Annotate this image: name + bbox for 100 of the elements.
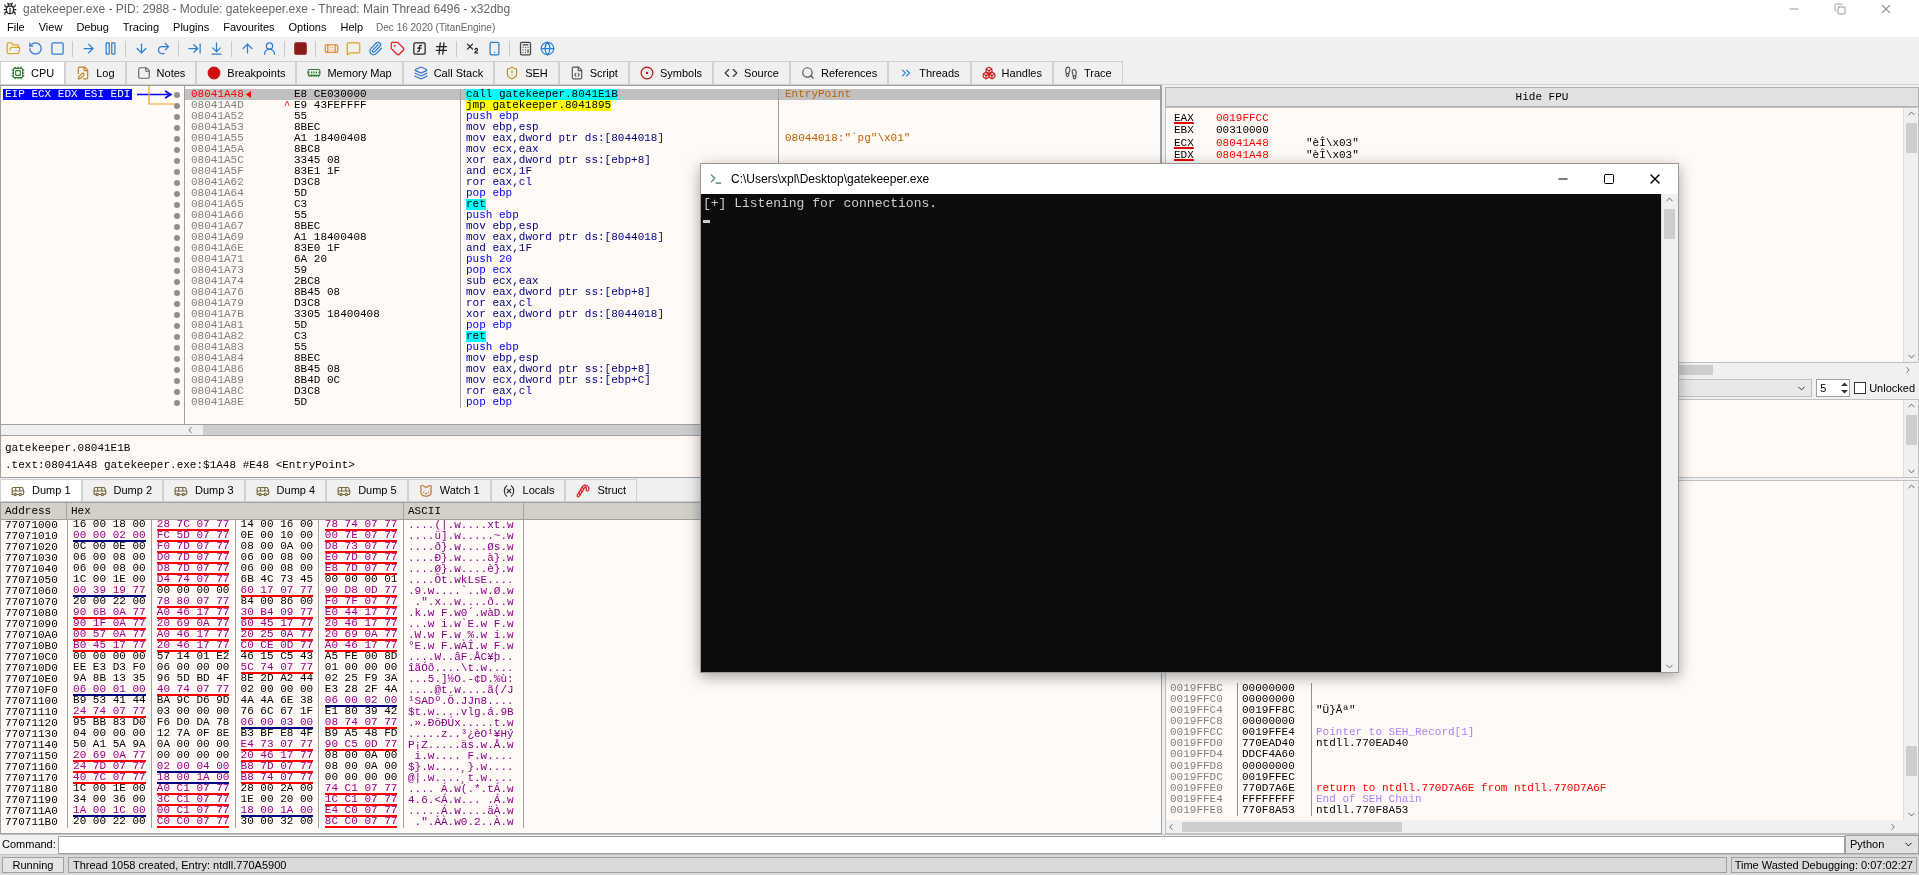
tab[interactable]: Threads bbox=[888, 61, 971, 84]
register-value[interactable]: 0019FFCC bbox=[1216, 112, 1306, 125]
comment-button[interactable] bbox=[344, 39, 362, 58]
tab[interactable]: Log bbox=[65, 61, 126, 84]
address-cell[interactable]: 08041A4D bbox=[191, 100, 244, 111]
scroll-right-icon[interactable] bbox=[1903, 365, 1913, 375]
address-cell[interactable]: 08041A5F bbox=[191, 166, 244, 177]
address-cell[interactable]: 08041A52 bbox=[191, 111, 244, 122]
dump-tab[interactable]: Dump 5 bbox=[326, 479, 408, 501]
menu-item[interactable]: File bbox=[0, 19, 32, 36]
globe-button[interactable] bbox=[538, 39, 556, 58]
menu-item[interactable]: Options bbox=[281, 19, 334, 36]
address-cell[interactable]: 08041A55 bbox=[191, 133, 244, 144]
address-cell[interactable]: 08041A53 bbox=[191, 122, 244, 133]
address-cell[interactable]: 08041A8C bbox=[191, 386, 244, 397]
tab[interactable]: Symbols bbox=[628, 61, 714, 84]
address-cell[interactable]: 08041A83 bbox=[191, 342, 244, 353]
vertical-scrollbar[interactable] bbox=[1903, 400, 1918, 477]
menu-item[interactable]: Favourites bbox=[216, 19, 282, 36]
tab[interactable]: References bbox=[789, 61, 889, 84]
vertical-scrollbar[interactable] bbox=[1661, 194, 1676, 672]
restore-button[interactable] bbox=[1832, 1, 1848, 17]
register-value[interactable]: 08041A48 bbox=[1216, 136, 1306, 150]
hex-group: E0 44 17 77 bbox=[324, 608, 398, 619]
console-dialog[interactable]: C:\Users\xpl\Desktop\gatekeeper.exe [+] Listening for connections. bbox=[700, 163, 1679, 673]
function-button[interactable] bbox=[410, 39, 428, 58]
column-header[interactable]: Address bbox=[1, 503, 67, 519]
address-cell[interactable]: 08041A64 bbox=[191, 188, 244, 199]
scroll-thumb[interactable] bbox=[1906, 415, 1917, 445]
address-cell[interactable]: 08041A86 bbox=[191, 364, 244, 375]
menu-item[interactable]: Help bbox=[333, 19, 371, 36]
tab[interactable]: Trace bbox=[1052, 61, 1123, 84]
label-button[interactable] bbox=[366, 39, 384, 58]
address-cell[interactable]: 08041A65 bbox=[191, 199, 244, 210]
register-name: ECX bbox=[1174, 136, 1195, 150]
address-cell[interactable]: 08041A89 bbox=[191, 375, 244, 386]
column-header[interactable]: Hex bbox=[67, 503, 404, 519]
address-cell[interactable]: 08041A82 bbox=[191, 331, 244, 342]
tab[interactable]: CPU bbox=[0, 61, 66, 84]
address-cell[interactable]: 08041A5C bbox=[191, 155, 244, 166]
dump-tab[interactable]: Dump 4 bbox=[244, 479, 327, 501]
menu-item[interactable]: Debug bbox=[69, 19, 116, 36]
hide-fpu-button[interactable]: Hide FPU bbox=[1165, 87, 1919, 107]
address-cell[interactable]: 08041A8E bbox=[191, 397, 244, 408]
tab[interactable]: Breakpoints bbox=[196, 61, 297, 84]
address-cell[interactable]: 08041A81 bbox=[191, 320, 244, 331]
column-header[interactable]: ASCII bbox=[404, 503, 524, 519]
scroll-right-icon[interactable] bbox=[1888, 821, 1898, 832]
bytes-cell: 8B45 08 bbox=[294, 287, 341, 298]
scroll-thumb[interactable] bbox=[1906, 746, 1917, 776]
scroll-thumb[interactable] bbox=[1906, 123, 1917, 153]
scroll-left-icon[interactable] bbox=[185, 425, 195, 435]
dump-tab[interactable]: Dump 1 bbox=[0, 479, 82, 501]
address-cell[interactable]: 08041A7B bbox=[191, 309, 244, 320]
arg-count-spinner[interactable]: 5 bbox=[1816, 379, 1851, 397]
language-dropdown[interactable]: Python bbox=[1845, 835, 1919, 854]
address-cell[interactable]: 08041A67 bbox=[191, 221, 244, 232]
restart-button[interactable] bbox=[26, 39, 44, 58]
address-cell[interactable]: 08041A66 bbox=[191, 210, 244, 221]
hex-group: 06 00 02 00 bbox=[324, 696, 398, 707]
tab[interactable]: Call Stack bbox=[402, 61, 495, 84]
address-cell[interactable]: 08041A74 bbox=[191, 276, 244, 287]
dump-tab[interactable]: Watch 1 bbox=[407, 479, 491, 501]
stop-button[interactable] bbox=[48, 39, 66, 58]
tab[interactable]: Script bbox=[558, 61, 629, 84]
tab[interactable]: Memory Map bbox=[296, 61, 403, 84]
command-field[interactable] bbox=[57, 835, 1845, 854]
address-cell[interactable]: 08041A69 bbox=[191, 232, 244, 243]
lock-checkbox[interactable] bbox=[1854, 382, 1867, 394]
register-value[interactable]: 00310000 bbox=[1216, 124, 1306, 137]
vertical-scrollbar[interactable] bbox=[1903, 108, 1918, 362]
scroll-left-icon[interactable] bbox=[1166, 821, 1176, 832]
hex-group: 40 7C 07 77 bbox=[73, 773, 146, 784]
address-cell[interactable]: 08041A79 bbox=[191, 298, 244, 309]
register-value[interactable]: 08041A48 bbox=[1216, 149, 1306, 162]
tab[interactable]: Notes bbox=[125, 61, 197, 84]
address-cell[interactable]: 08041A73 bbox=[191, 265, 244, 276]
address-cell[interactable]: 08041A62 bbox=[191, 177, 244, 188]
spinner-arrows-icon[interactable] bbox=[1840, 381, 1850, 395]
stack-value: 0019FFE4 bbox=[1238, 727, 1312, 739]
menu-item[interactable]: Plugins bbox=[166, 19, 217, 36]
dump-tab[interactable]: Struct bbox=[565, 479, 638, 501]
tab[interactable]: SEH bbox=[494, 61, 559, 84]
dump-tab[interactable]: Locals bbox=[490, 479, 566, 501]
dump-tab[interactable]: Dump 2 bbox=[81, 479, 164, 501]
scroll-thumb[interactable] bbox=[1664, 209, 1675, 239]
tab[interactable]: Source bbox=[713, 61, 790, 84]
menu-item[interactable]: View bbox=[31, 19, 70, 36]
horizontal-scrollbar[interactable] bbox=[1182, 821, 1402, 832]
address-cell[interactable]: 08041A6E bbox=[191, 243, 244, 254]
tab[interactable]: Handles bbox=[970, 61, 1053, 84]
menu-item[interactable]: Tracing bbox=[115, 19, 167, 36]
dump-tab[interactable]: Dump 3 bbox=[163, 479, 245, 501]
run-to-return-icon bbox=[239, 41, 255, 56]
address-cell[interactable]: 08041A5A bbox=[191, 144, 244, 155]
address-cell[interactable]: 08041A76 bbox=[191, 287, 244, 298]
address-cell[interactable]: 08041A71 bbox=[191, 254, 244, 265]
vertical-scrollbar[interactable] bbox=[1903, 481, 1918, 820]
bookmark-button[interactable] bbox=[388, 39, 406, 58]
address-cell[interactable]: 08041A84 bbox=[191, 353, 244, 364]
